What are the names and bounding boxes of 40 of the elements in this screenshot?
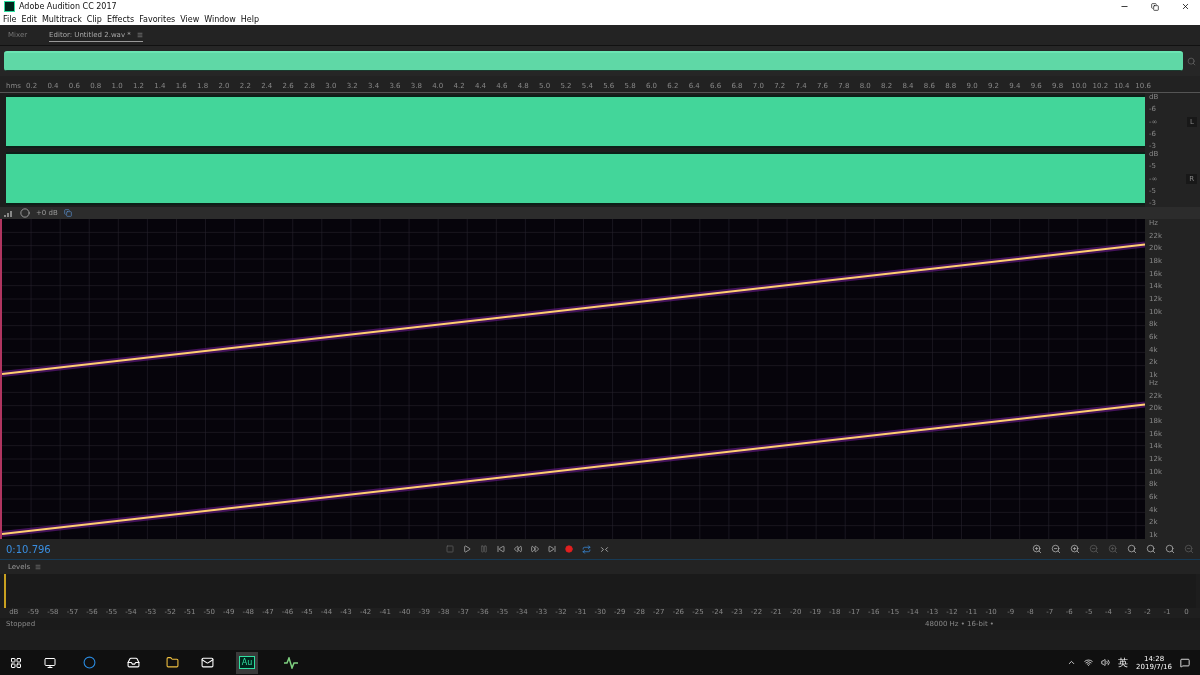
tray-icon[interactable]	[1067, 658, 1077, 667]
play-button[interactable]	[463, 545, 471, 553]
zoom-in-icon[interactable]	[1070, 544, 1080, 554]
menu-item[interactable]: Favorites	[139, 14, 176, 24]
app-icon	[4, 1, 15, 12]
notification-icon[interactable]	[1180, 657, 1190, 668]
volume-icon[interactable]	[1101, 658, 1111, 667]
zoom-out-icon[interactable]	[1051, 544, 1061, 554]
mail-icon[interactable]	[201, 656, 214, 669]
zoom-icon[interactable]	[1127, 544, 1137, 554]
zoom-icon[interactable]	[1146, 544, 1156, 554]
previous-button[interactable]	[497, 545, 505, 553]
menu-item[interactable]: Clip	[86, 14, 102, 24]
skip-button[interactable]	[600, 544, 609, 554]
menu-item[interactable]: View	[180, 14, 200, 24]
folder-icon[interactable]	[166, 656, 179, 669]
fast-forward-button[interactable]	[531, 545, 539, 553]
menu-item[interactable]: Multitrack	[41, 14, 82, 24]
menu-item[interactable]: Help	[240, 14, 260, 24]
zoom-icon[interactable]	[1165, 544, 1175, 554]
signal-icon	[4, 209, 14, 217]
restore-icon[interactable]	[1151, 2, 1159, 11]
menu-item[interactable]: Edit	[21, 14, 37, 24]
menu-item[interactable]: Effects	[106, 14, 135, 24]
window-title: Adobe Audition CC 2017	[19, 2, 117, 11]
task-view-icon[interactable]	[44, 656, 56, 669]
ime-indicator[interactable]: 英	[1118, 655, 1129, 670]
time-display: 0:10.796	[6, 543, 52, 555]
taskbar-app-icon[interactable]: Au	[238, 656, 256, 669]
close-icon[interactable]	[1181, 2, 1190, 11]
menu-item[interactable]: File	[3, 14, 17, 24]
power-icon[interactable]	[20, 208, 30, 218]
start-icon[interactable]	[10, 656, 22, 669]
rewind-button[interactable]	[514, 545, 522, 553]
wifi-icon[interactable]	[1084, 658, 1094, 667]
record-button[interactable]	[565, 545, 573, 553]
next-button[interactable]	[548, 545, 556, 553]
zoom-in-icon[interactable]	[1032, 544, 1042, 554]
loop-button[interactable]	[582, 544, 591, 554]
menu-item[interactable]: Window	[204, 14, 236, 24]
